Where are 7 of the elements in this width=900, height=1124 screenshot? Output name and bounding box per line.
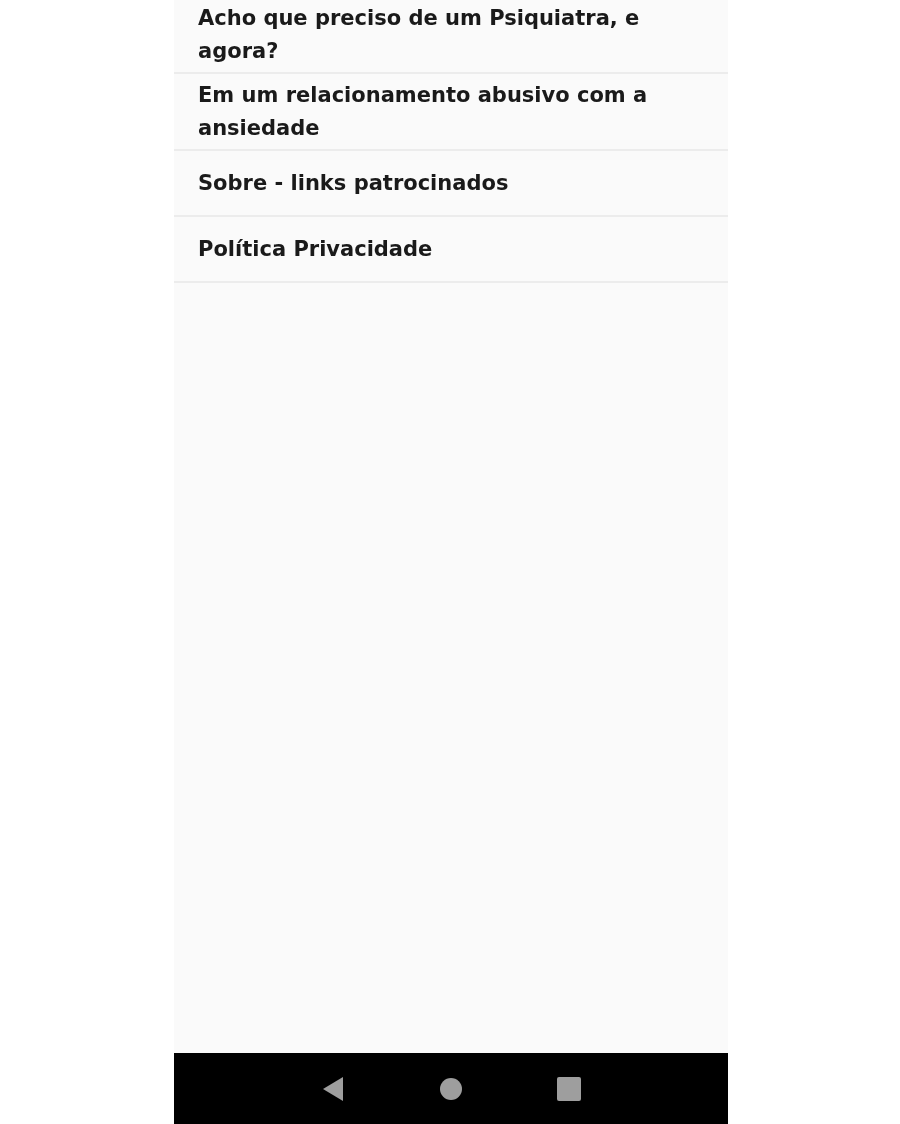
menu-item[interactable]: Em um relacionamento abusivo com a ansiedade	[174, 74, 728, 151]
menu-item[interactable]: Política Privacidade	[174, 217, 728, 283]
back-icon[interactable]	[321, 1075, 345, 1102]
menu-item[interactable]: Sobre - links patrocinados	[174, 151, 728, 217]
menu-item[interactable]: Acho que preciso de um Psiquiatra, e agora?	[174, 0, 728, 74]
square-icon[interactable]	[557, 1076, 581, 1101]
home-icon[interactable]	[439, 1076, 463, 1101]
